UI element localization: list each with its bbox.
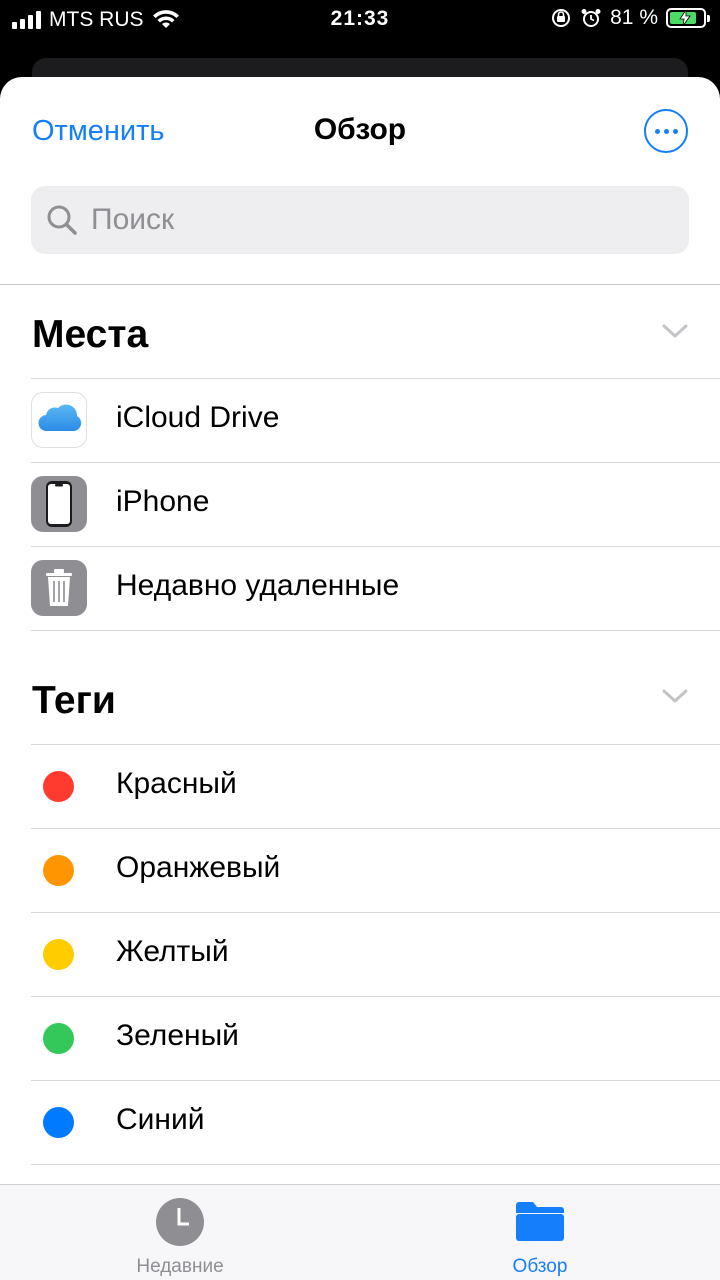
status-right: 81 % xyxy=(550,6,710,30)
tag-item-red[interactable]: Красный xyxy=(31,744,720,828)
tag-item-green[interactable]: Зеленый xyxy=(31,996,720,1080)
browse-list: Места iCloud Drive iPhone Недавно удален… xyxy=(0,285,720,1248)
tab-browse[interactable]: Обзор xyxy=(420,1197,660,1278)
chevron-down-icon[interactable] xyxy=(662,688,688,704)
orientation-lock-icon xyxy=(552,9,571,27)
divider xyxy=(31,630,720,632)
clock-icon xyxy=(156,1198,204,1246)
list-item-iphone[interactable]: iPhone xyxy=(31,462,720,546)
cancel-button[interactable]: Отменить xyxy=(32,115,165,148)
list-item-label: Недавно удаленные xyxy=(116,569,400,602)
search-field[interactable] xyxy=(31,186,689,254)
chevron-down-icon[interactable] xyxy=(662,323,688,339)
search-icon xyxy=(47,205,77,235)
more-options-button[interactable] xyxy=(644,109,688,153)
icloud-icon xyxy=(31,392,87,448)
list-item-label: iCloud Drive xyxy=(116,401,280,434)
tags-section-header[interactable]: Теги xyxy=(0,664,720,744)
alarm-icon xyxy=(581,9,601,27)
tag-label: Красный xyxy=(116,767,237,800)
iphone-icon xyxy=(31,476,87,532)
battery-icon xyxy=(666,8,710,28)
tag-color-dot xyxy=(43,1023,74,1054)
list-item-label: iPhone xyxy=(116,485,210,518)
tag-color-dot xyxy=(43,1107,74,1138)
tag-item-blue[interactable]: Синий xyxy=(31,1080,720,1164)
charging-bolt-icon xyxy=(679,10,691,26)
battery-percent: 81 % xyxy=(610,6,658,29)
navigation-bar: Отменить Обзор xyxy=(0,77,720,187)
tag-item-orange[interactable]: Оранжевый xyxy=(31,828,720,912)
tag-label: Желтый xyxy=(116,935,229,968)
places-title: Места xyxy=(32,313,149,356)
tag-label: Оранжевый xyxy=(116,851,281,884)
status-bar: MTS RUS 21:33 81 % xyxy=(0,0,720,40)
tag-label: Зеленый xyxy=(116,1019,239,1052)
tab-recent[interactable]: Недавние xyxy=(60,1197,300,1278)
tag-color-dot xyxy=(43,855,74,886)
tags-title: Теги xyxy=(32,679,116,722)
tag-color-dot xyxy=(43,771,74,802)
list-item-icloud-drive[interactable]: iCloud Drive xyxy=(31,378,720,462)
tab-browse-label: Обзор xyxy=(512,1256,568,1277)
places-section-header[interactable]: Места xyxy=(0,285,720,378)
tag-label: Синий xyxy=(116,1103,205,1136)
tag-item-yellow[interactable]: Желтый xyxy=(31,912,720,996)
list-item-recently-deleted[interactable]: Недавно удаленные xyxy=(31,546,720,630)
tab-bar: Недавние Обзор xyxy=(0,1184,720,1280)
tab-recent-label: Недавние xyxy=(136,1256,224,1277)
trash-icon xyxy=(31,560,87,616)
folder-icon xyxy=(516,1202,564,1241)
ellipsis-circle-icon xyxy=(654,128,660,134)
browse-sheet: Отменить Обзор Места xyxy=(0,77,720,1280)
tag-color-dot xyxy=(43,939,74,970)
search-input[interactable] xyxy=(89,202,653,238)
